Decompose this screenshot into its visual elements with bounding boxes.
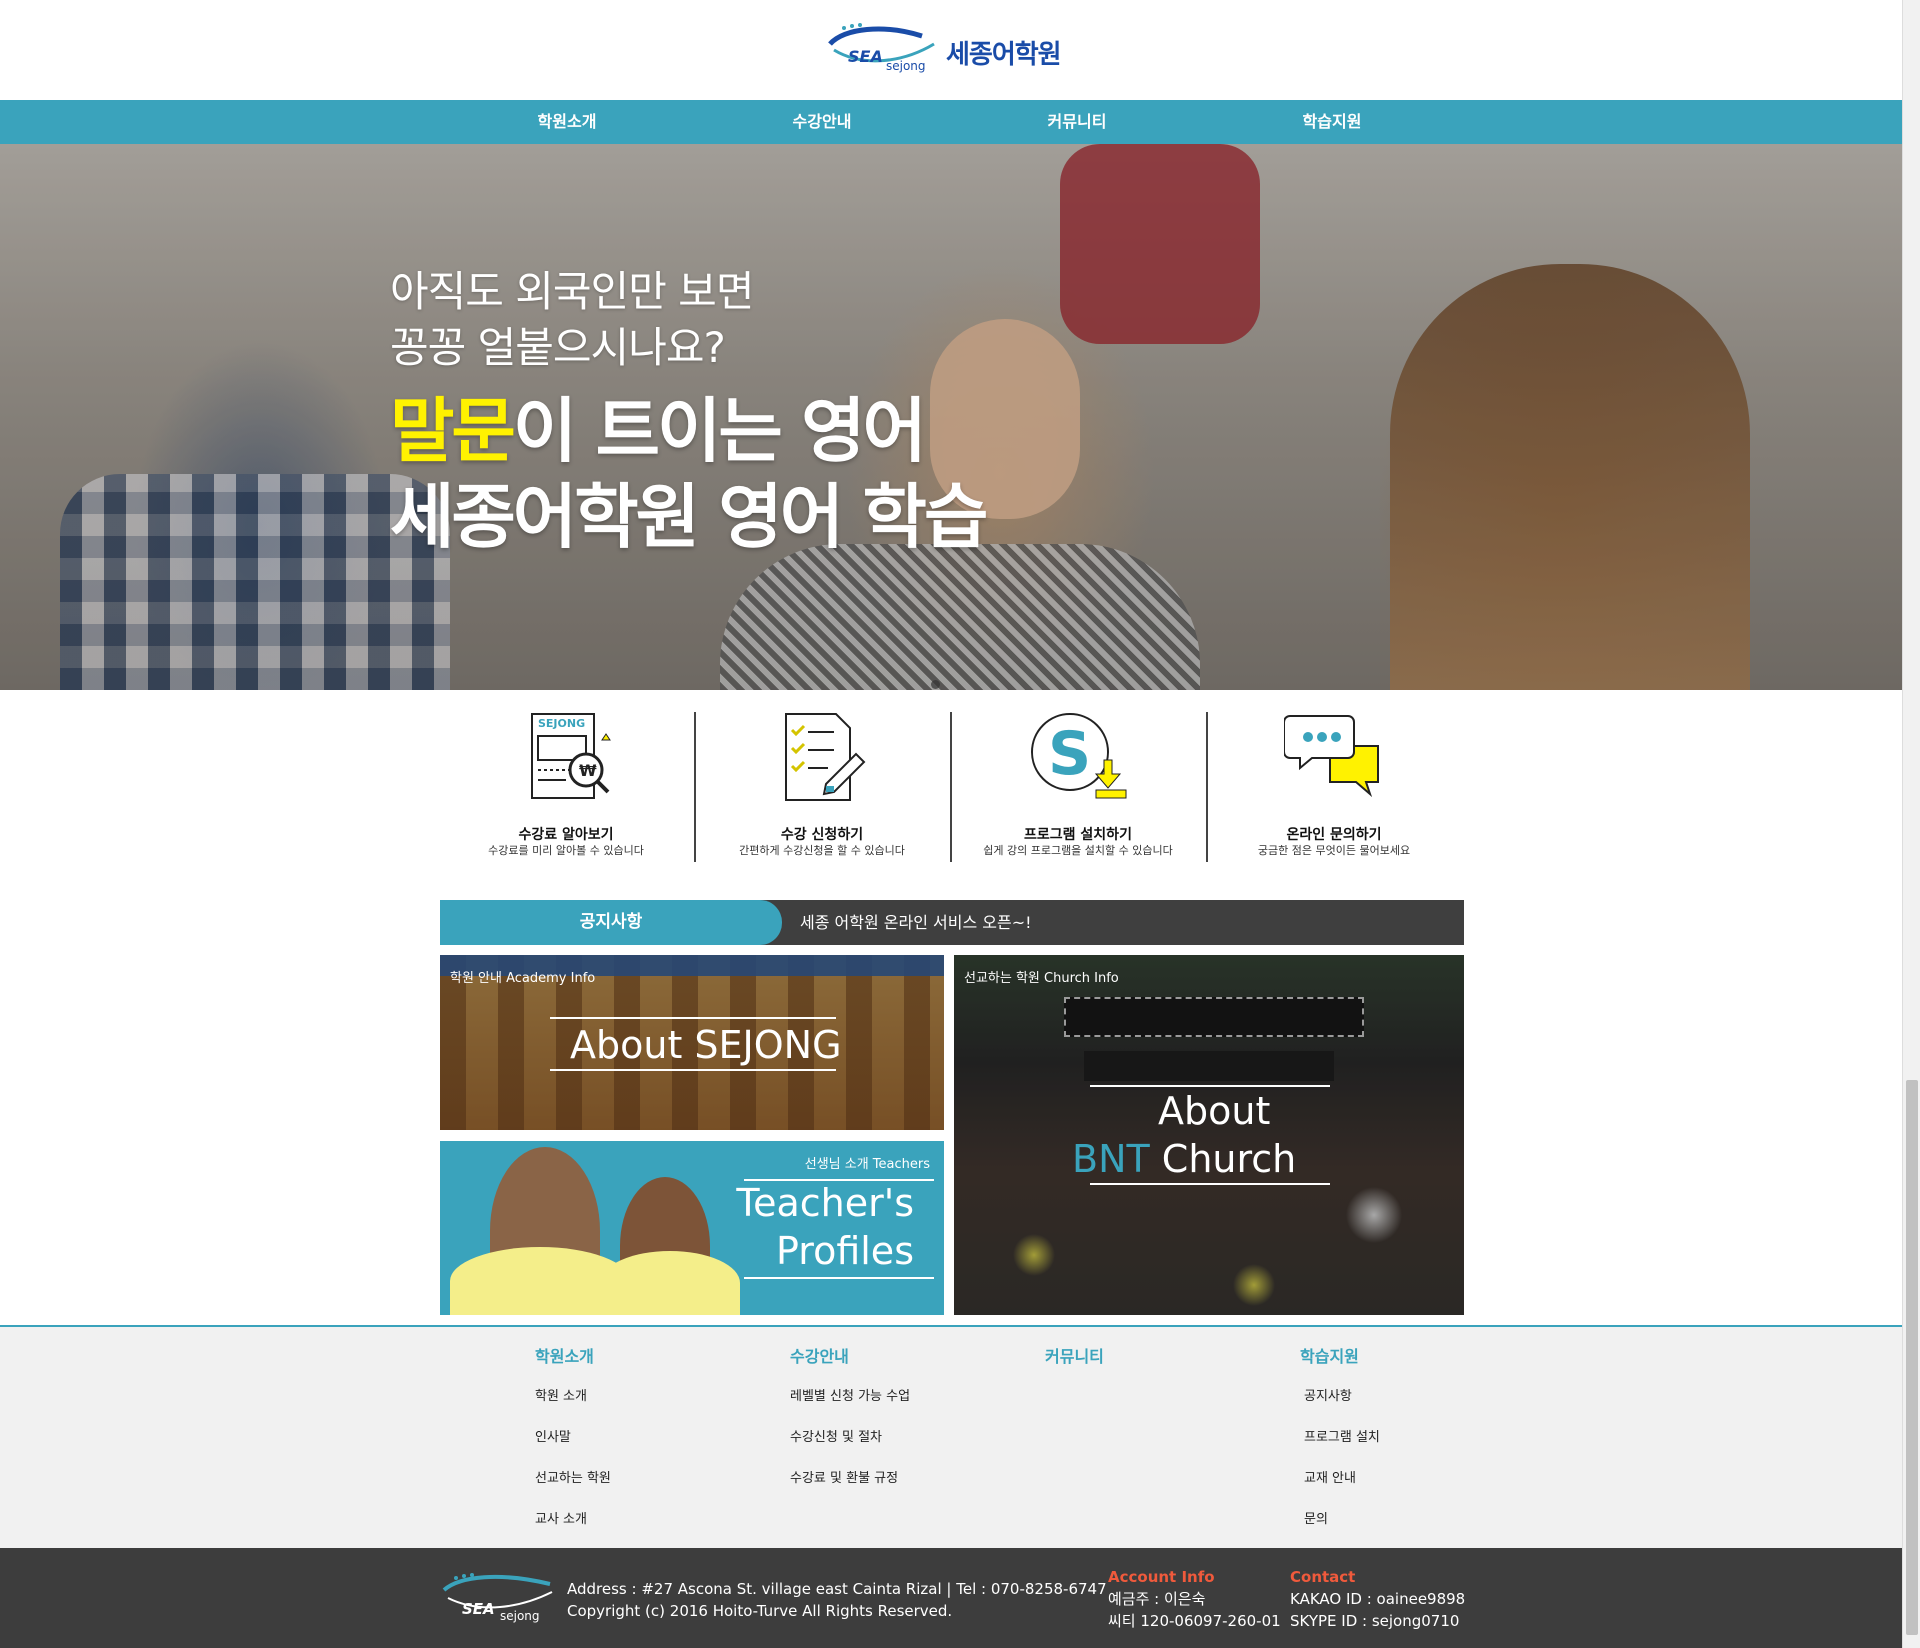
footer-address: Address : #27 Ascona St. village east Ca… — [567, 1580, 1107, 1598]
scrollbar-thumb[interactable] — [1906, 1080, 1918, 1635]
hero-line-1: 아직도 외국인만 보면 — [390, 267, 754, 316]
nav-item-courses[interactable]: 수강안내 — [752, 100, 892, 144]
hero-highlight: 말문 — [390, 390, 516, 472]
panel-title-line-1: About — [1158, 1089, 1271, 1133]
chat-bubbles-icon — [1284, 715, 1379, 798]
panel-rule — [550, 1017, 836, 1019]
panel-tag: 선교하는 학원 Church Info — [964, 971, 1119, 986]
bnt-text: BNT — [1072, 1137, 1150, 1181]
checklist-icon — [785, 713, 866, 801]
footer-link[interactable]: 선교하는 학원 — [535, 1467, 611, 1486]
panel-tag: 학원 안내 Academy Info — [450, 971, 596, 986]
footer-copyright: Copyright (c) 2016 Hoito-Turve All Right… — [567, 1602, 953, 1620]
footer-nav: 학원소개 학원 소개 인사말 선교하는 학원 교사 소개 수강안내 레벨별 신청… — [0, 1325, 1902, 1548]
footer-logo-sub: sejong — [500, 1609, 540, 1623]
hero-line-3-rest: 이 트이는 영어 — [512, 390, 927, 472]
page: SEA sejong 세종어학원 학원소개 수강안내 커뮤니티 학습지원 아직도… — [0, 0, 1902, 1648]
footer-link[interactable]: 교재 안내 — [1304, 1467, 1356, 1486]
footer-link[interactable]: 프로그램 설치 — [1304, 1426, 1380, 1445]
panel-rule — [744, 1277, 934, 1279]
quick-link-desc: 간편하게 수강신청을 할 수 있습니다 — [739, 844, 905, 857]
skype-download-icon: S — [1031, 713, 1127, 799]
main-nav: 학원소개 수강안내 커뮤니티 학습지원 — [0, 100, 1902, 144]
account-holder: 예금주 : 이은숙 — [1108, 1590, 1206, 1608]
hero-line-3: 말문이 트이는 영어 — [390, 388, 985, 474]
quick-link-enroll[interactable]: 수강 신청하기 간편하게 수강신청을 할 수 있습니다 — [694, 708, 950, 866]
svg-text:S: S — [1048, 719, 1091, 789]
account-info-head: Account Info — [1108, 1568, 1215, 1586]
footer-link[interactable]: 레벨별 신청 가능 수업 — [790, 1385, 910, 1404]
footer-link[interactable]: 공지사항 — [1304, 1385, 1352, 1404]
footer-link[interactable]: 교사 소개 — [535, 1508, 587, 1527]
slider-dot[interactable] — [931, 680, 940, 689]
quick-link-title: 수강 신청하기 — [780, 827, 864, 843]
nav-item-support[interactable]: 학습지원 — [1262, 100, 1402, 144]
hero-line-4: 세종어학원 영어 학습 — [390, 476, 988, 558]
logo-sub: sejong — [886, 59, 926, 73]
logo-wave-icon: SEA sejong — [828, 23, 935, 73]
quick-link-title: 프로그램 설치하기 — [1024, 827, 1132, 843]
panel-tag: 선생님 소개 Teachers — [804, 1157, 930, 1172]
hero-banner[interactable]: 아직도 외국인만 보면 꽁꽁 얼붙으시나요? 말문이 트이는 영어 세종어학원 … — [0, 144, 1902, 690]
church-info-panel[interactable]: 선교하는 학원 Church Info About BNT Church — [954, 955, 1464, 1315]
footer-link[interactable]: 문의 — [1304, 1508, 1328, 1527]
footer-col-head[interactable]: 학원소개 — [535, 1343, 594, 1367]
footer-logo-icon: SEA sejong — [442, 1573, 553, 1623]
teachers-panel[interactable]: 선생님 소개 Teachers Teacher's Profiles — [440, 1141, 944, 1315]
quick-link-desc: 쉽게 강의 프로그램을 설치할 수 있습니다 — [983, 844, 1173, 857]
site-header: SEA sejong 세종어학원 — [0, 0, 1902, 100]
svg-text:₩: ₩ — [579, 761, 597, 780]
academy-info-panel[interactable]: 학원 안내 Academy Info About SEJONG — [440, 955, 944, 1130]
quick-link-title: 수강료 알아보기 — [518, 827, 614, 843]
receipt-badge: SEJONG — [538, 717, 585, 730]
footer-col-head[interactable]: 수강안내 — [790, 1343, 849, 1367]
nav-item-community[interactable]: 커뮤니티 — [1007, 100, 1147, 144]
quick-link-title: 온라인 문의하기 — [1286, 827, 1382, 843]
footer-link[interactable]: 학원 소개 — [535, 1385, 587, 1404]
footer-logo-mark: SEA — [462, 1600, 495, 1618]
panel-rule — [1090, 1183, 1330, 1185]
hero-slider-dots[interactable] — [928, 674, 943, 690]
logo-mark: SEA — [848, 47, 883, 66]
quick-link-inquiry[interactable]: 온라인 문의하기 궁금한 점은 무엇이든 물어보세요 — [1206, 708, 1462, 866]
quick-links: SEJONG ₩ 수강료 알아보기 수강료를 미리 알아볼 수 있습니다 수강 … — [0, 690, 1902, 904]
panel-title-line-1: Teacher's — [736, 1181, 914, 1225]
footer-address-block: Address : #27 Ascona St. village east Ca… — [567, 1578, 1107, 1622]
logo-text: 세종어학원 — [946, 40, 1062, 70]
footer-link[interactable]: 수강신청 및 절차 — [790, 1426, 882, 1445]
quick-link-fees[interactable]: SEJONG ₩ 수강료 알아보기 수강료를 미리 알아볼 수 있습니다 — [438, 708, 694, 866]
footer-link[interactable]: 인사말 — [535, 1426, 571, 1445]
contact-kakao: KAKAO ID : oainee9898 — [1290, 1590, 1466, 1608]
notice-label: 공지사항 — [440, 900, 782, 945]
teacher-figure — [600, 1251, 740, 1315]
quick-link-install[interactable]: S 프로그램 설치하기 쉽게 강의 프로그램을 설치할 수 있습니다 — [950, 708, 1206, 866]
quick-link-desc: 궁금한 점은 무엇이든 물어보세요 — [1257, 844, 1411, 857]
contact-head: Contact — [1290, 1568, 1356, 1586]
hero-copy: 아직도 외국인만 보면 꽁꽁 얼붙으시나요? 말문이 트이는 영어 세종어학원 … — [390, 264, 988, 560]
panel-title-line-2: Profiles — [776, 1229, 914, 1273]
panel-title: About SEJONG — [570, 1023, 842, 1067]
quick-link-desc: 수강료를 미리 알아볼 수 있습니다 — [488, 844, 644, 857]
footer-col-head[interactable]: 커뮤니티 — [1045, 1343, 1104, 1367]
nav-item-about[interactable]: 학원소개 — [497, 100, 637, 144]
panel-overlay — [954, 955, 1464, 1315]
hero-line-2: 꽁꽁 얼붙으시나요? — [390, 323, 726, 372]
page-scrollbar[interactable] — [1902, 0, 1920, 1648]
contact-skype: SKYPE ID : sejong0710 — [1290, 1612, 1460, 1630]
site-logo[interactable]: SEA sejong 세종어학원 — [824, 22, 1074, 78]
account-number: 씨티 120-06097-260-01 — [1108, 1612, 1281, 1630]
panel-rule — [1090, 1085, 1330, 1087]
footer-col-head[interactable]: 학습지원 — [1300, 1343, 1359, 1367]
notice-bar[interactable]: 공지사항 세종 어학원 온라인 서비스 오픈~! — [440, 900, 1464, 945]
notice-text[interactable]: 세종 어학원 온라인 서비스 오픈~! — [800, 900, 1032, 945]
footer-link[interactable]: 수강료 및 환불 규정 — [790, 1467, 898, 1486]
receipt-icon: SEJONG ₩ — [531, 713, 611, 799]
church-text: Church — [1149, 1137, 1297, 1181]
panel-rule — [550, 1069, 836, 1071]
panel-title-line-2: BNT Church — [1072, 1137, 1296, 1181]
site-footer: SEA sejong Address : #27 Ascona St. vill… — [0, 1548, 1902, 1648]
